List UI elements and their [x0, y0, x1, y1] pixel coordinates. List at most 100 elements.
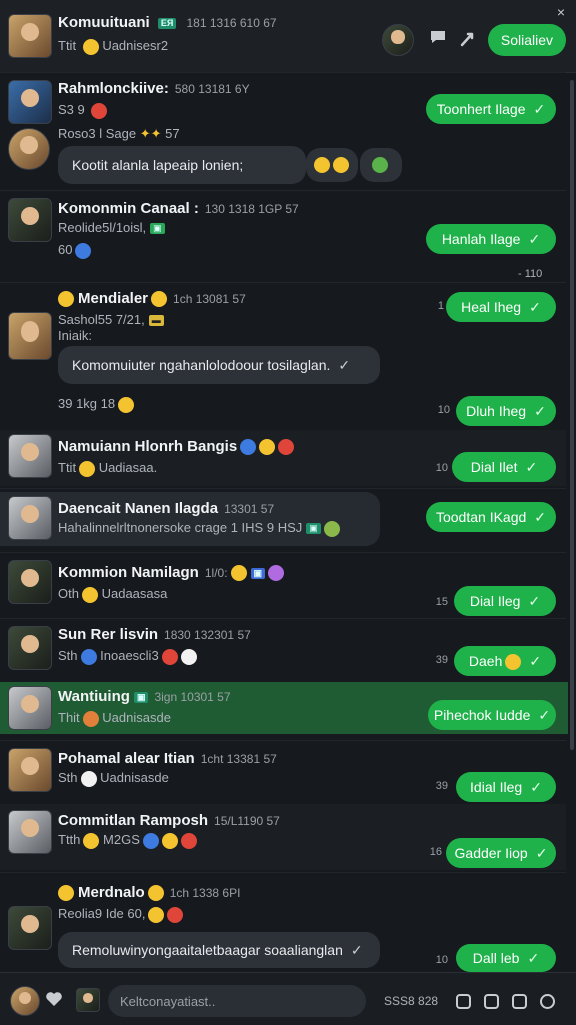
- row-title: Kommion Namilagn 1l/0: ▣: [58, 564, 285, 582]
- row-divider: [0, 282, 566, 283]
- row-avatar[interactable]: [8, 906, 52, 950]
- reply-button[interactable]: Pihechok Iudde ✓: [428, 700, 556, 730]
- row-meta: Hahalinnelrltnonersoke crage 1 IHS 9 HSJ…: [58, 520, 370, 537]
- row-avatar[interactable]: [8, 810, 52, 854]
- row-name: Pohamal alear Itian: [58, 750, 195, 767]
- row-title: Merdnalo 1ch 1338 6PI: [58, 884, 240, 902]
- image-icon[interactable]: [484, 994, 499, 1009]
- contact-mini-avatar[interactable]: [76, 988, 100, 1012]
- message-bubble[interactable]: Kootit alanla lapeaip lonien;: [58, 146, 306, 184]
- row-divider: [0, 552, 566, 553]
- row-side-number: 39: [435, 780, 448, 792]
- row-name: Daencait Nanen Ilagda: [58, 500, 219, 517]
- row-meta-text: Reolide5l/1oisl,: [58, 220, 147, 235]
- row-title: Wantiuing ▣ 3ign 10301 57: [58, 688, 231, 705]
- check-icon: ✓: [538, 707, 551, 723]
- row-avatar-2[interactable]: [8, 128, 50, 170]
- emoji-icon: [142, 832, 159, 849]
- emoji-icon: [80, 770, 97, 787]
- header-avatar[interactable]: [8, 14, 52, 58]
- message-input[interactable]: [108, 985, 366, 1017]
- reply-button[interactable]: Dall leb ✓: [456, 944, 556, 972]
- heart-icon[interactable]: [44, 990, 64, 1010]
- emoji-icon: [148, 906, 165, 923]
- reply-button[interactable]: Gadder Iiop ✓: [446, 838, 556, 868]
- reply-button[interactable]: Idial Ileg ✓: [456, 772, 556, 802]
- row-divider: [0, 740, 566, 741]
- row-name: Sun Rer lisvin: [58, 626, 159, 643]
- reply-label: Heal Iheg: [461, 299, 522, 315]
- settings-icon[interactable]: [540, 994, 555, 1009]
- reaction-bubble[interactable]: [306, 148, 358, 182]
- close-icon[interactable]: ×: [552, 4, 570, 22]
- row-avatar[interactable]: [8, 312, 52, 360]
- reply-button[interactable]: Hanlah Ilage ✓: [426, 224, 556, 254]
- emoji-icon: [58, 885, 74, 902]
- reply-button[interactable]: Dial Ileg ✓: [454, 586, 556, 616]
- row-avatar[interactable]: [8, 496, 52, 540]
- check-icon: ✓: [534, 403, 546, 419]
- header-action-button[interactable]: Solialiev: [488, 24, 566, 56]
- reply-button[interactable]: Daeh ✓: [454, 646, 556, 676]
- reaction-bubble-2[interactable]: [360, 148, 402, 182]
- chat-icon[interactable]: [428, 28, 448, 48]
- reply-button[interactable]: Heal Iheg ✓: [446, 292, 556, 322]
- reply-button[interactable]: Dial Ilet ✓: [452, 452, 556, 482]
- row-divider: [0, 488, 566, 489]
- reply-button[interactable]: Toonhert Ilage ✓: [426, 94, 556, 124]
- share-icon[interactable]: [458, 28, 480, 50]
- row-meta-2-text: Roso3 l Sage: [58, 126, 137, 141]
- row-avatar[interactable]: [8, 560, 52, 604]
- check-icon: ✓: [529, 299, 541, 315]
- row-title: Komonmin Canaal : 130 1318 1GP 57: [58, 200, 299, 217]
- row-avatar[interactable]: [8, 198, 52, 242]
- row-side-number-2: 10: [437, 404, 450, 416]
- row-time: 13301 57: [224, 502, 275, 516]
- scrollbar[interactable]: [570, 80, 574, 750]
- message-bubble[interactable]: Komomuiuter ngahanlolodoour tosilaglan. ✓: [58, 346, 380, 384]
- row-avatar[interactable]: [8, 686, 52, 730]
- message-bubble[interactable]: Remoluwinyongaaitaletbaagar soaalianglan…: [58, 932, 380, 968]
- row-side-number: 10: [435, 954, 448, 966]
- check-icon: ✓: [528, 593, 541, 609]
- row-avatar[interactable]: [8, 434, 52, 478]
- check-icon: ✓: [535, 845, 548, 861]
- reply-label: Pihechok Iudde: [433, 707, 531, 723]
- row-side-number: 39: [435, 654, 448, 666]
- row-meta: Sth Inoaescli3: [58, 648, 197, 665]
- row-divider: [0, 618, 566, 619]
- check-icon: ✓: [533, 101, 546, 117]
- row-meta-extra: Ide 60,: [105, 906, 146, 921]
- row-avatar[interactable]: [8, 626, 52, 670]
- row-title: Sun Rer lisvin 1830 132301 57: [58, 626, 251, 643]
- row-meta-text: Thit: [58, 710, 80, 725]
- reply-button[interactable]: Toodtan IKagd ✓: [426, 502, 556, 532]
- row-avatar[interactable]: [8, 748, 52, 792]
- row-time: 1l/0:: [204, 566, 228, 580]
- reply-label: Idial Ileg: [470, 779, 523, 795]
- emoji-icon: [240, 439, 257, 456]
- header-badge: ЕЯ: [157, 17, 177, 29]
- row-meta-text: Ttth: [58, 832, 81, 847]
- row-meta-extra: M2GS: [103, 832, 140, 847]
- emoji-icon: [278, 439, 295, 456]
- row-title: Commitlan Ramposh 15/L1190 57: [58, 812, 280, 829]
- row-meta: Oth Uadaasasa: [58, 586, 167, 603]
- contact-avatar[interactable]: [382, 24, 414, 56]
- copy-icon[interactable]: [456, 994, 471, 1009]
- reply-button-2[interactable]: Dluh Iheg ✓: [456, 396, 556, 426]
- row-avatar[interactable]: [8, 80, 52, 124]
- message-counter: SSS8 828: [384, 994, 439, 1008]
- user-avatar[interactable]: [10, 986, 40, 1016]
- row-name: Merdnalo: [78, 884, 145, 901]
- reply-label: Dall leb: [472, 950, 520, 966]
- row-meta-extra: Uadnisasde: [102, 710, 171, 725]
- row-name: Kommion Namilagn: [58, 564, 199, 581]
- check-icon: ✓: [338, 357, 351, 373]
- row-meta: Thit Uadnisasde: [58, 710, 171, 727]
- row-name: Commitlan Ramposh: [58, 812, 209, 829]
- flag-icon: ▣: [306, 523, 321, 535]
- emoji-icon: [80, 648, 97, 665]
- row-meta-text: Ttit: [58, 460, 77, 475]
- tag-icon[interactable]: [512, 994, 527, 1009]
